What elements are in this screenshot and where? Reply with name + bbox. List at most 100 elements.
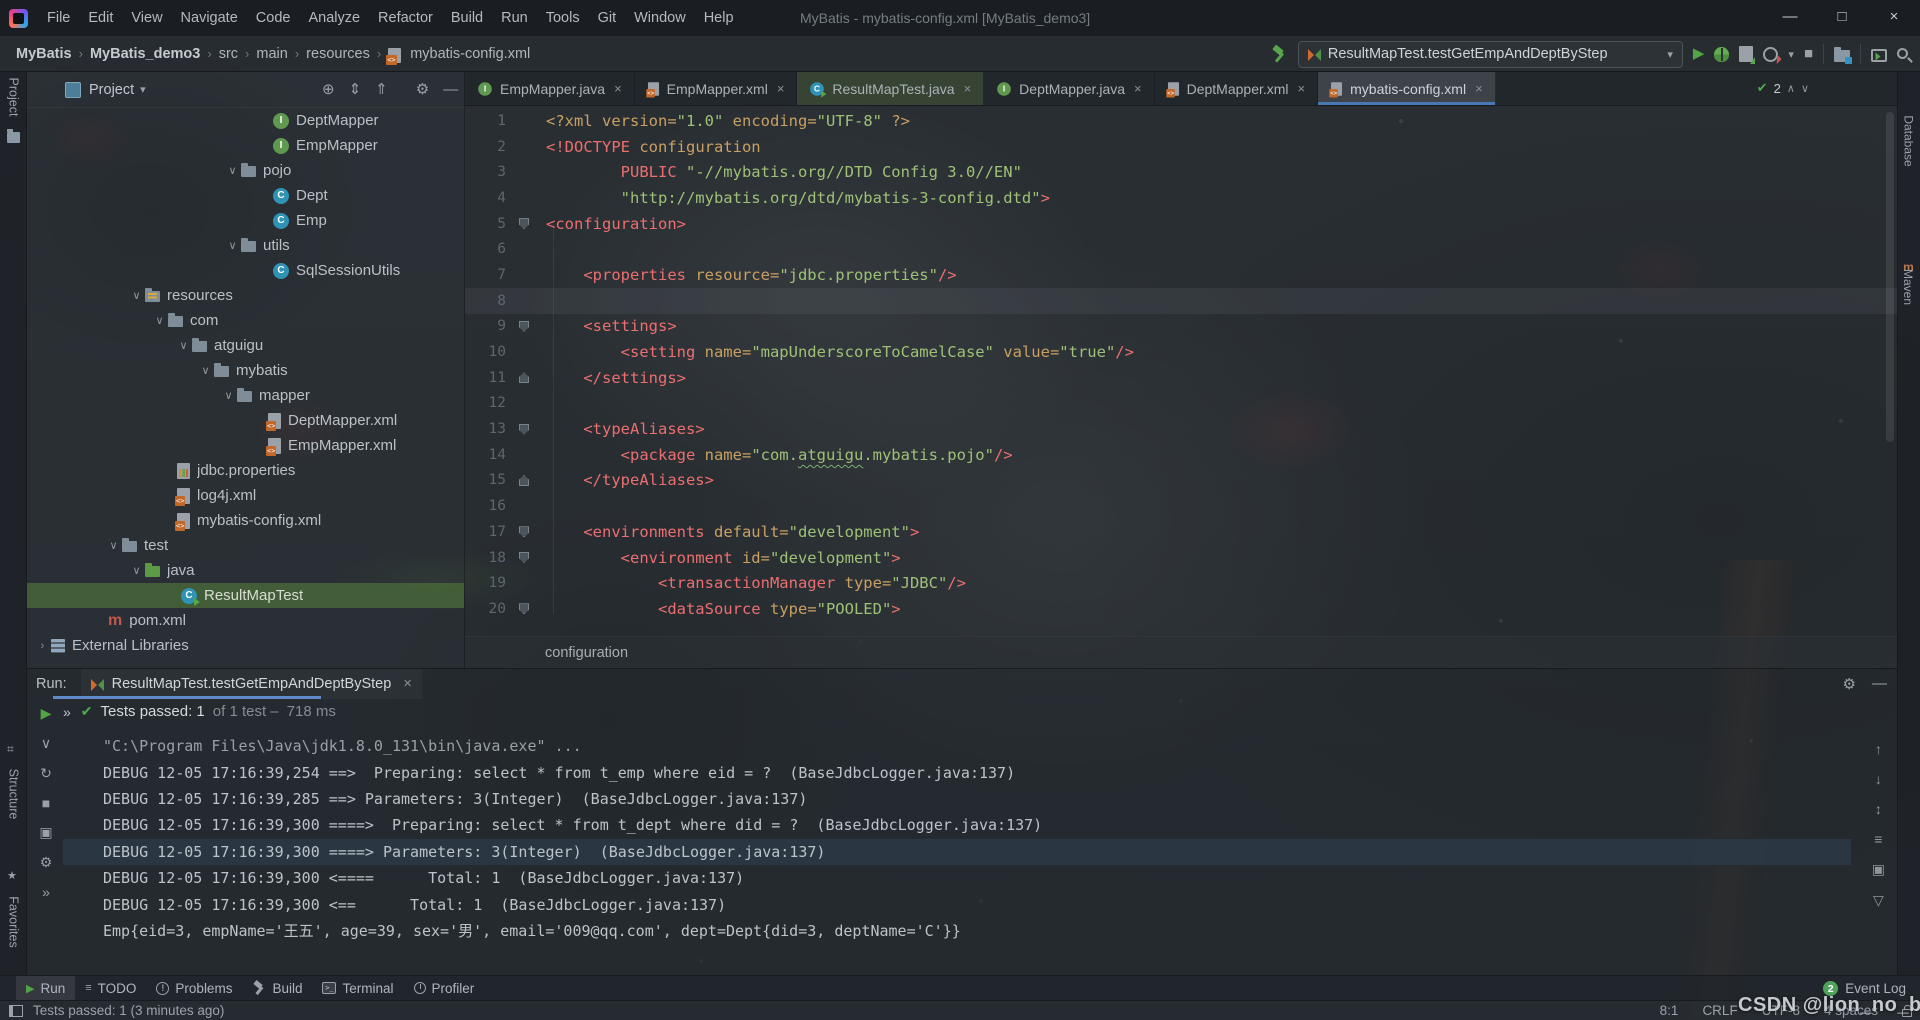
- tree-row-pojo[interactable]: ∨ pojo: [27, 158, 464, 183]
- sort-icon[interactable]: ↕: [1875, 801, 1882, 817]
- tree-row-deptmapper-xml[interactable]: DeptMapper.xml: [27, 408, 464, 433]
- tree-row-mapper[interactable]: ∨ mapper: [27, 383, 464, 408]
- tree-row-deptmapper[interactable]: I DeptMapper: [27, 108, 464, 133]
- tab-empmapper-java[interactable]: I EmpMapper.java ×: [465, 72, 635, 105]
- fold-end-icon[interactable]: [519, 475, 529, 486]
- profiler-button[interactable]: [1763, 47, 1778, 62]
- menu-navigate[interactable]: Navigate: [172, 0, 247, 36]
- fold-icon[interactable]: [519, 552, 529, 563]
- fold-icon[interactable]: [519, 424, 529, 435]
- close-icon[interactable]: ×: [777, 81, 785, 96]
- hide-panel-icon[interactable]: —: [1872, 675, 1887, 693]
- settings-icon[interactable]: ⚙: [40, 854, 53, 871]
- rerun-button[interactable]: ▶: [41, 705, 52, 722]
- toolwindow-build-button[interactable]: Build: [242, 976, 312, 1001]
- line-separator[interactable]: CRLF: [1702, 1003, 1737, 1018]
- code-editor[interactable]: 1<?xml version="1.0" encoding="UTF-8" ?>…: [465, 106, 1897, 636]
- tree-row-empmapper-xml[interactable]: EmpMapper.xml: [27, 433, 464, 458]
- menu-analyze[interactable]: Analyze: [299, 0, 369, 36]
- fold-icon[interactable]: [519, 526, 529, 537]
- caret-position[interactable]: 8:1: [1660, 1003, 1679, 1018]
- tree-row-java[interactable]: ∨ java: [27, 558, 464, 583]
- expand-chevrons-icon[interactable]: »: [63, 704, 71, 720]
- tree-row-resultmaptest[interactable]: C ResultMapTest: [27, 583, 464, 608]
- more-icon[interactable]: »: [42, 884, 50, 900]
- toolwindow-structure-button[interactable]: Structure: [0, 742, 27, 801]
- down-stack-icon[interactable]: ↓: [1875, 771, 1882, 787]
- stop-button[interactable]: ■: [1804, 45, 1813, 63]
- menu-view[interactable]: View: [122, 0, 171, 36]
- chevron-down-icon[interactable]: ∨: [105, 539, 122, 552]
- run-with-coverage-button[interactable]: [1739, 46, 1753, 62]
- fold-icon[interactable]: [519, 603, 529, 614]
- close-icon[interactable]: ×: [1134, 81, 1142, 96]
- toolwindow-problems-button[interactable]: ! Problems: [146, 976, 242, 1001]
- project-structure-icon[interactable]: [1834, 50, 1850, 62]
- editor-scrollbar[interactable]: [1886, 112, 1894, 442]
- tree-row-com[interactable]: ∨ com: [27, 308, 464, 333]
- toolwindow-profiler-button[interactable]: Profiler: [404, 976, 485, 1001]
- next-problem-icon[interactable]: ∨: [1801, 82, 1809, 95]
- menu-file[interactable]: File: [38, 0, 79, 36]
- toolwindow-terminal-button[interactable]: >_ Terminal: [312, 976, 403, 1001]
- close-icon[interactable]: ×: [1298, 81, 1306, 96]
- chevron-right-icon[interactable]: ›: [34, 640, 51, 652]
- toolwindow-favorites-button[interactable]: Favorites: [0, 868, 27, 929]
- minimize-window-button[interactable]: —: [1764, 0, 1816, 36]
- toolwindow-project-button[interactable]: Project: [0, 12, 27, 143]
- fold-end-icon[interactable]: [519, 372, 529, 383]
- gear-icon[interactable]: ⚙: [416, 80, 429, 98]
- breadcrumb-resources[interactable]: resources: [302, 46, 374, 62]
- maximize-window-button[interactable]: □: [1816, 0, 1868, 36]
- close-icon[interactable]: ×: [614, 81, 622, 96]
- toolwindow-maven-button[interactable]: m Maven: [1897, 182, 1920, 294]
- tree-row-test[interactable]: ∨ test: [27, 533, 464, 558]
- collapse-all-icon[interactable]: ⇑: [375, 80, 388, 98]
- run-console[interactable]: "C:\Program Files\Java\jdk1.8.0_131\bin\…: [63, 733, 1851, 944]
- expand-all-icon[interactable]: ⇕: [349, 80, 362, 98]
- tree-row-utils[interactable]: ∨ utils: [27, 233, 464, 258]
- chevron-down-icon[interactable]: ∨: [128, 564, 145, 577]
- chevron-down-icon[interactable]: ∨: [128, 289, 145, 302]
- menu-code[interactable]: Code: [247, 0, 300, 36]
- tab-deptmapper-java[interactable]: I DeptMapper.java ×: [984, 72, 1154, 105]
- tree-row-mybatis[interactable]: ∨ mybatis: [27, 358, 464, 383]
- close-icon[interactable]: ×: [1475, 81, 1483, 96]
- run-button[interactable]: ▶: [1693, 45, 1705, 63]
- tree-row-pom-xml[interactable]: m pom.xml: [27, 608, 464, 633]
- menu-run[interactable]: Run: [492, 0, 537, 36]
- fold-icon[interactable]: [519, 321, 529, 332]
- breadcrumb-file[interactable]: mybatis-config.xml: [406, 46, 534, 62]
- close-icon[interactable]: ×: [964, 81, 972, 96]
- toolwindow-toggle-icon[interactable]: [9, 1005, 23, 1017]
- hide-panel-icon[interactable]: —: [443, 81, 458, 98]
- chevron-down-icon[interactable]: ∨: [220, 389, 237, 402]
- fold-icon[interactable]: [519, 218, 529, 229]
- chevron-down-icon[interactable]: ∨: [41, 735, 51, 752]
- breadcrumb-main[interactable]: main: [252, 46, 291, 62]
- debug-button[interactable]: [1714, 47, 1729, 62]
- chevron-down-icon[interactable]: ∨: [151, 314, 168, 327]
- soft-wrap-icon[interactable]: ≡: [1874, 831, 1882, 847]
- tree-row-resources[interactable]: ∨ resources: [27, 283, 464, 308]
- profiler-dropdown-icon[interactable]: ▾: [1788, 48, 1794, 61]
- toolwindow-run-button[interactable]: ▶ Run: [16, 976, 75, 1001]
- gear-icon[interactable]: ⚙: [1843, 675, 1856, 693]
- tab-empmapper-xml[interactable]: EmpMapper.xml ×: [635, 72, 798, 105]
- tab-mybatis-config-xml[interactable]: mybatis-config.xml ×: [1318, 72, 1496, 105]
- chevron-down-icon[interactable]: ∨: [175, 339, 192, 352]
- tree-row-atguigu[interactable]: ∨ atguigu: [27, 333, 464, 358]
- editor-breadcrumb[interactable]: configuration: [465, 636, 1897, 668]
- tab-resultmaptest-java[interactable]: C ResultMapTest.java ×: [797, 72, 984, 105]
- menu-refactor[interactable]: Refactor: [369, 0, 442, 36]
- tree-row-emp[interactable]: C Emp: [27, 208, 464, 233]
- locate-file-icon[interactable]: ⊕: [322, 80, 335, 98]
- print-icon[interactable]: ▣: [1872, 861, 1885, 878]
- breadcrumb-src[interactable]: src: [215, 46, 242, 62]
- menu-git[interactable]: Git: [589, 0, 626, 36]
- snapshot-icon[interactable]: ▣: [39, 824, 52, 841]
- toolwindow-todo-button[interactable]: ≡ TODO: [75, 976, 146, 1001]
- breadcrumb-module[interactable]: MyBatis_demo3: [86, 46, 204, 62]
- run-tab[interactable]: ResultMapTest.testGetEmpAndDeptByStep ×: [81, 669, 422, 699]
- chevron-down-icon[interactable]: ∨: [224, 239, 241, 252]
